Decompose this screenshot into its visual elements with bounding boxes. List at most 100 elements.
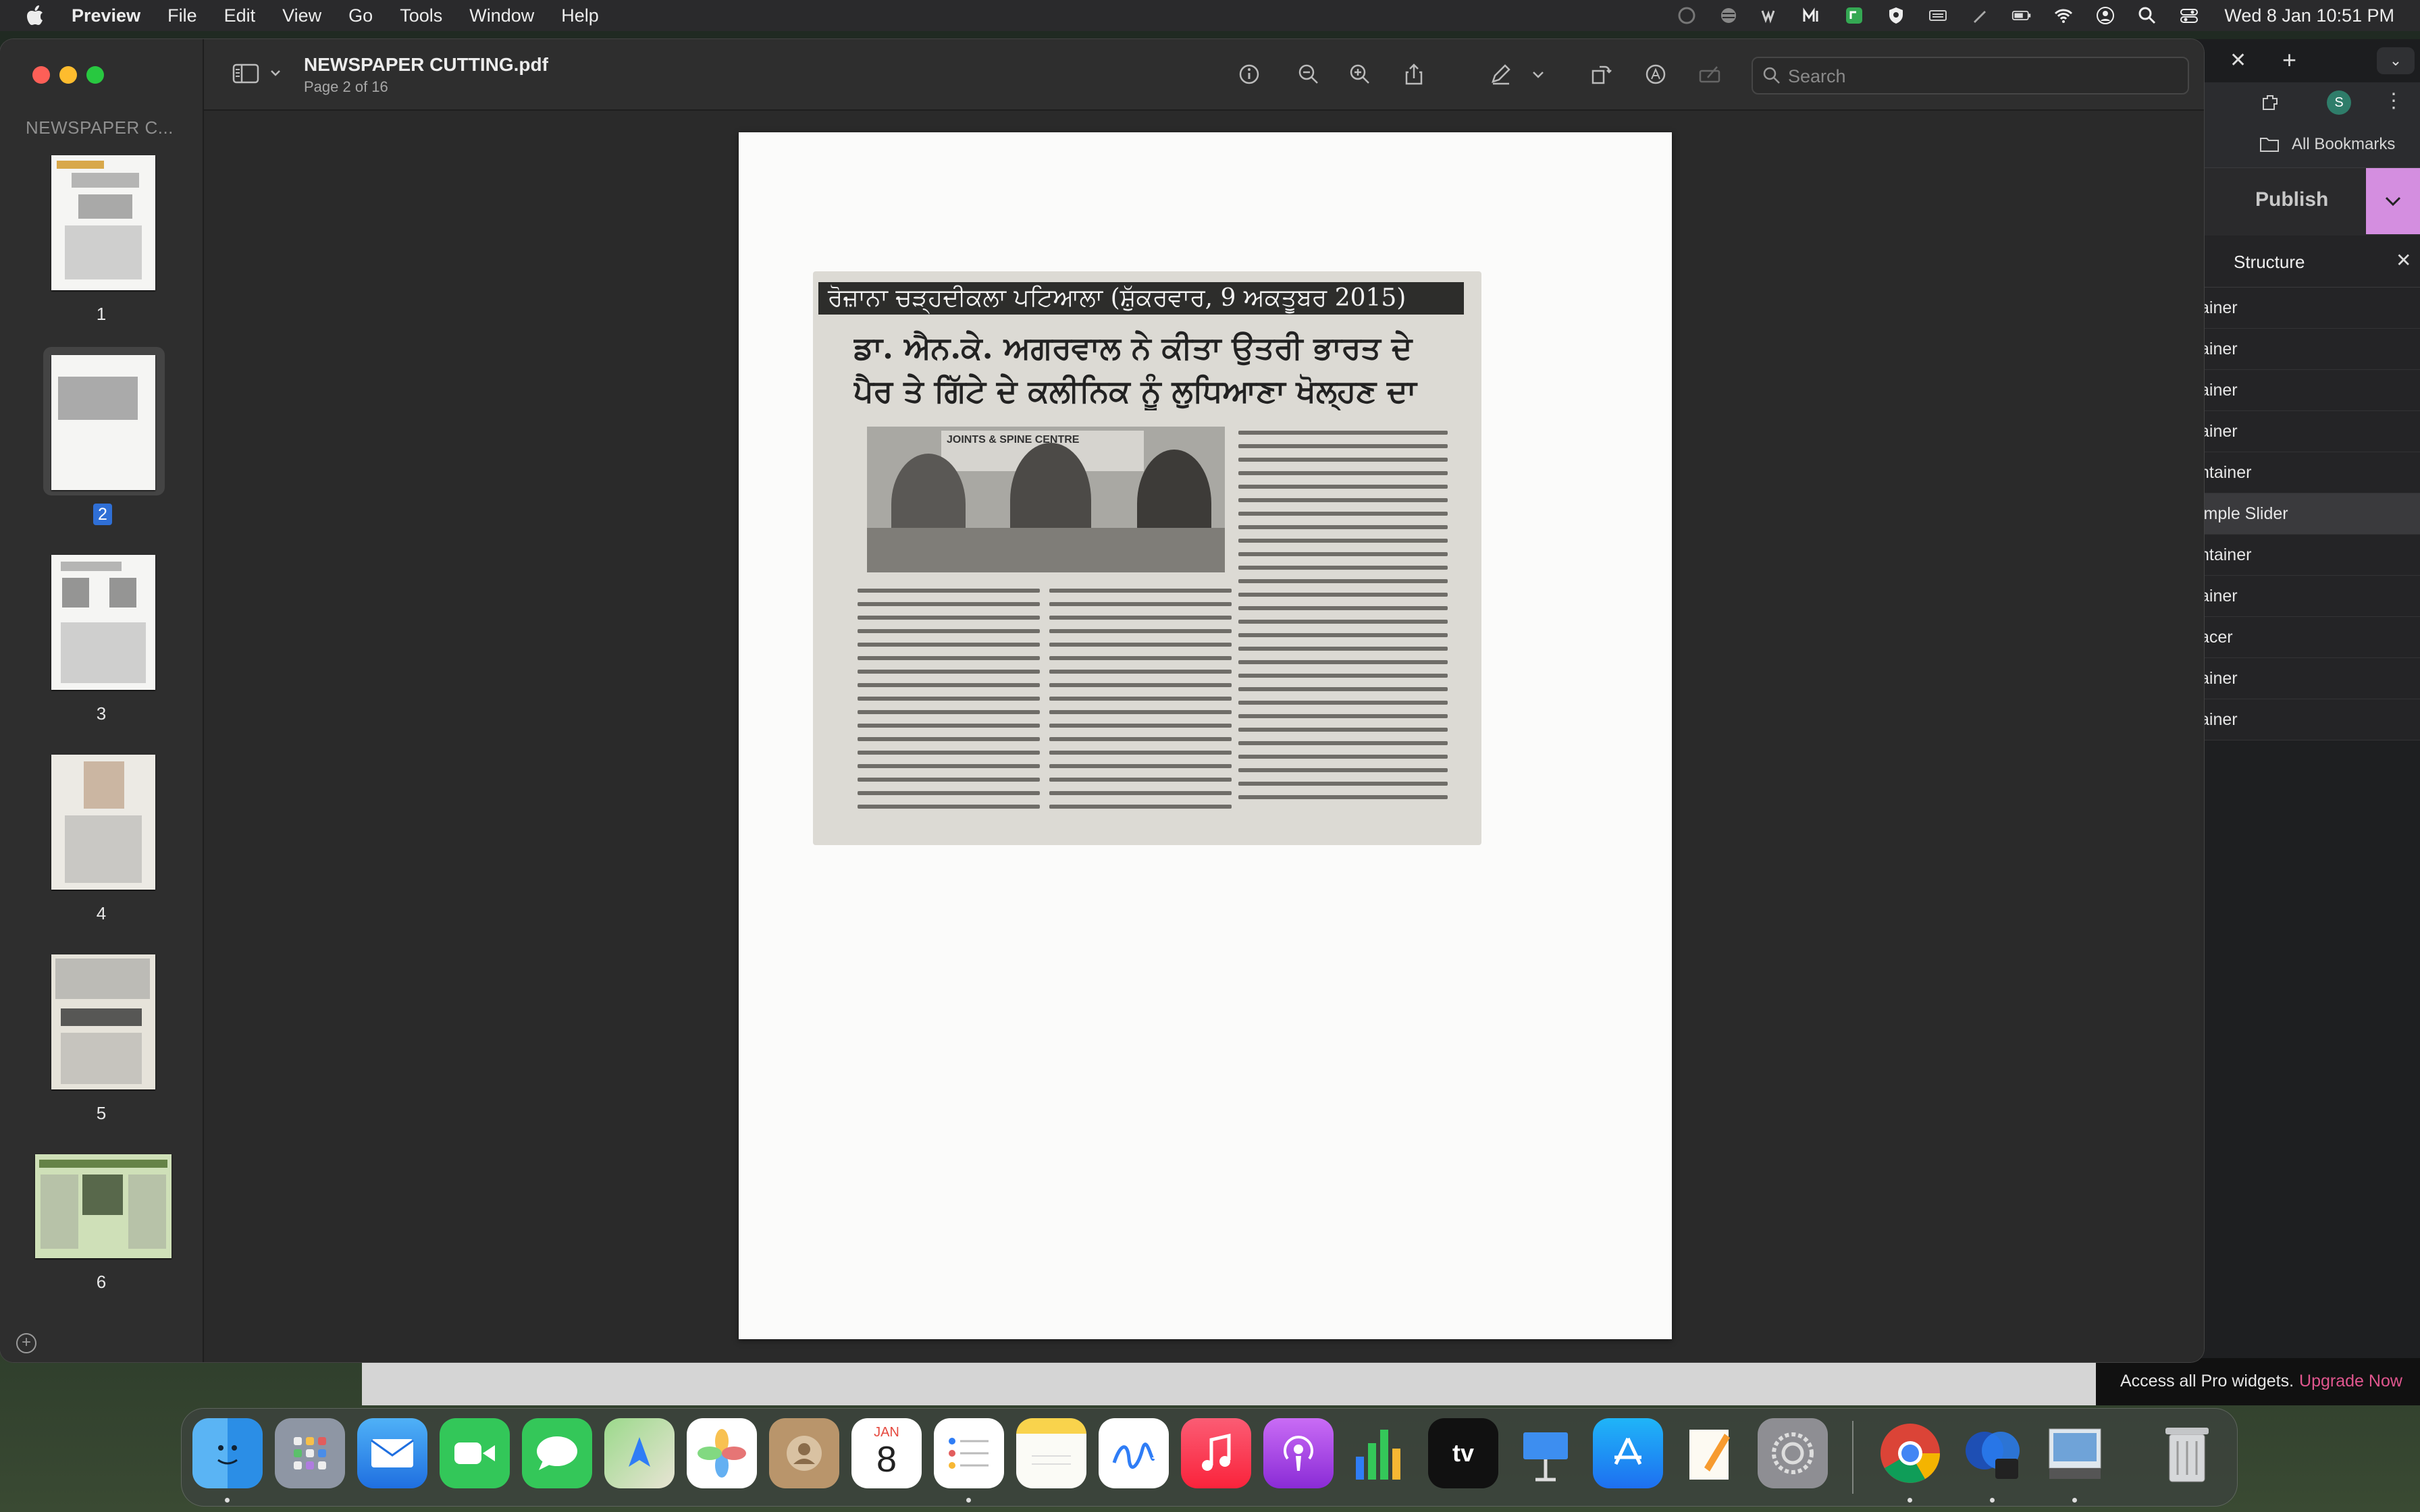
structure-item[interactable]: ainer [2181, 329, 2420, 370]
app-store-icon[interactable] [1593, 1418, 1663, 1488]
close-window-button[interactable] [32, 66, 50, 84]
tab-close-icon[interactable]: ✕ [2230, 49, 2246, 72]
trash-icon[interactable] [2152, 1418, 2222, 1488]
chevron-down-icon[interactable] [1525, 61, 1552, 88]
calendar-icon[interactable]: JAN 8 [851, 1418, 922, 1488]
extensions-icon[interactable] [2259, 92, 2281, 113]
system-settings-icon[interactable] [1758, 1418, 1828, 1488]
profile-avatar[interactable]: S [2327, 90, 2351, 115]
browser-menu-icon[interactable]: ⋮ [2384, 89, 2404, 113]
page-thumbnail-3[interactable] [51, 555, 155, 690]
user-account-icon[interactable] [2095, 5, 2116, 26]
chevron-down-icon [2385, 196, 2401, 207]
minimize-window-button[interactable] [59, 66, 77, 84]
zoom-in-icon[interactable] [1346, 61, 1373, 88]
preview-app-icon[interactable] [2040, 1418, 2110, 1488]
contacts-icon[interactable] [769, 1418, 839, 1488]
menu-go[interactable]: Go [348, 5, 373, 26]
browser-tab-strip: ✕ + ⌄ [2181, 39, 2420, 82]
apple-tv-icon[interactable]: tv [1428, 1418, 1498, 1488]
finder-icon[interactable] [192, 1418, 263, 1488]
structure-item-selected[interactable]: imple Slider [2181, 493, 2420, 535]
structure-item[interactable]: acer [2181, 617, 2420, 658]
facetime-icon[interactable] [440, 1418, 510, 1488]
menu-window[interactable]: Window [469, 5, 534, 26]
pen-status-icon[interactable] [1969, 5, 1991, 26]
search-field[interactable] [1752, 57, 2189, 94]
structure-item[interactable]: ntainer [2181, 535, 2420, 576]
publish-button[interactable]: Publish [2255, 188, 2328, 211]
page-thumbnail-2[interactable] [51, 355, 155, 490]
editor-publish-bar: Publish [2181, 168, 2420, 236]
calendar-month: JAN [874, 1425, 899, 1440]
freeform-icon[interactable] [1099, 1418, 1169, 1488]
menu-view[interactable]: View [282, 5, 321, 26]
search-input[interactable] [1787, 62, 2181, 90]
zoom-out-icon[interactable] [1295, 61, 1322, 88]
keyboard-status-icon[interactable] [1927, 5, 1949, 26]
menu-bar-clock[interactable]: Wed 8 Jan 10:51 PM [2224, 5, 2394, 26]
apple-menu-icon[interactable] [26, 4, 46, 27]
chevron-down-icon[interactable] [269, 66, 282, 80]
tab-search-chevron-icon[interactable]: ⌄ [2377, 47, 2415, 74]
markup-pen-icon[interactable] [1487, 61, 1514, 88]
structure-item[interactable]: ainer [2181, 411, 2420, 452]
dock: JAN 8 tv [181, 1408, 2238, 1507]
notes-icon[interactable] [1016, 1418, 1086, 1488]
green-app-status-icon[interactable] [1843, 5, 1865, 26]
structure-item[interactable]: ainer [2181, 658, 2420, 699]
podcasts-icon[interactable] [1263, 1418, 1334, 1488]
shield-status-icon[interactable] [1885, 5, 1907, 26]
rotate-icon[interactable] [1587, 61, 1614, 88]
page-thumbnail-5[interactable] [51, 954, 155, 1089]
launchpad-icon[interactable] [275, 1418, 345, 1488]
music-icon[interactable] [1181, 1418, 1251, 1488]
form-fill-icon[interactable] [1696, 61, 1723, 88]
messages-icon[interactable] [522, 1418, 592, 1488]
numbers-icon[interactable] [1346, 1418, 1416, 1488]
control-center-icon[interactable] [2178, 5, 2200, 26]
word-icon[interactable] [1957, 1418, 2028, 1488]
info-icon[interactable] [1236, 61, 1263, 88]
page-thumbnail-4[interactable] [51, 755, 155, 890]
structure-item[interactable]: ainer [2181, 370, 2420, 411]
markup-circle-a-icon[interactable] [1642, 61, 1669, 88]
photos-icon[interactable] [687, 1418, 757, 1488]
pdf-page[interactable]: ਰੋਜ਼ਾਨਾ ਚੜ੍ਹਦੀਕਲਾ ਪਟਿਆਲਾ (ਸ਼ੁੱਕਰਵਾਰ, 9 ਅ… [739, 132, 1672, 1339]
battery-icon[interactable] [2011, 5, 2032, 26]
app-menu-preview[interactable]: Preview [72, 5, 140, 26]
sidebar-toggle-icon[interactable] [232, 63, 259, 84]
page-thumbnail-label: 3 [96, 703, 107, 724]
chrome-icon[interactable] [1875, 1418, 1945, 1488]
upgrade-now-link[interactable]: Upgrade Now [2299, 1372, 2402, 1390]
new-tab-button[interactable]: + [2282, 46, 2296, 74]
menu-edit[interactable]: Edit [224, 5, 256, 26]
maps-icon[interactable] [604, 1418, 675, 1488]
structure-item[interactable]: ainer [2181, 699, 2420, 740]
mail-icon[interactable] [357, 1418, 427, 1488]
publish-options-button[interactable] [2366, 168, 2420, 234]
add-page-button[interactable]: + [16, 1333, 36, 1353]
keynote-icon[interactable] [1510, 1418, 1581, 1488]
reminders-icon[interactable] [934, 1418, 1004, 1488]
structure-item[interactable]: ainer [2181, 576, 2420, 617]
grammarly-status-icon[interactable] [1676, 5, 1698, 26]
share-icon[interactable] [1400, 61, 1427, 88]
structure-item[interactable]: ainer [2181, 288, 2420, 329]
menu-file[interactable]: File [167, 5, 197, 26]
menu-help[interactable]: Help [561, 5, 599, 26]
wifi-icon[interactable] [2053, 5, 2074, 26]
close-icon[interactable]: ✕ [2396, 249, 2411, 271]
zoom-window-button[interactable] [86, 66, 104, 84]
w-status-icon[interactable] [1760, 5, 1781, 26]
menu-tools[interactable]: Tools [400, 5, 442, 26]
m-status-icon[interactable] [1801, 5, 1823, 26]
page-thumbnail-1[interactable] [51, 155, 155, 290]
spotlight-search-icon[interactable] [2136, 5, 2158, 26]
page-thumbnail-6[interactable] [35, 1154, 172, 1258]
all-bookmarks-link[interactable]: All Bookmarks [2292, 135, 2395, 154]
globe-status-icon[interactable] [1718, 5, 1739, 26]
structure-item[interactable]: ntainer [2181, 452, 2420, 493]
pages-icon[interactable] [1675, 1418, 1745, 1488]
page-thumbnail-label: 6 [96, 1272, 107, 1292]
